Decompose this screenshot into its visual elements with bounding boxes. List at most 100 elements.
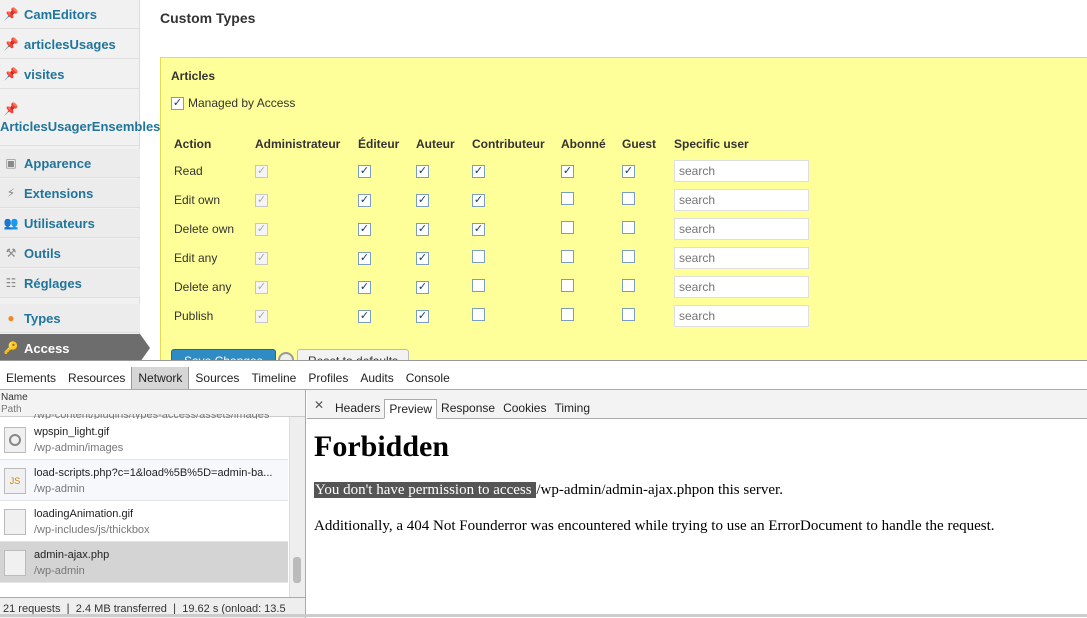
- editeur-checkbox[interactable]: ✓: [358, 281, 371, 294]
- permission-cell: ✓: [561, 156, 622, 185]
- contributeur-checkbox[interactable]: [472, 249, 485, 263]
- request-row-selected[interactable]: admin-ajax.php /wp-admin: [0, 542, 288, 583]
- auteur-checkbox[interactable]: ✓: [416, 194, 429, 207]
- contributeur-checkbox[interactable]: ✓: [472, 165, 485, 178]
- specific-user-search-input[interactable]: [674, 304, 809, 327]
- action-label: Read: [174, 163, 203, 178]
- sidebar-item-cameditors[interactable]: 📌 CamEditors: [0, 0, 140, 29]
- permission-cell: ✓: [358, 185, 416, 214]
- tab-preview[interactable]: Preview: [384, 399, 438, 419]
- tab-console[interactable]: Console: [400, 367, 456, 389]
- guest-checkbox[interactable]: [622, 278, 635, 292]
- request-row[interactable]: wpspin_light.gif /wp-admin/images: [0, 419, 288, 460]
- abonne-checkbox[interactable]: ✓: [561, 165, 574, 178]
- auteur-checkbox[interactable]: ✓: [416, 165, 429, 178]
- sidebar-item-articlesusages[interactable]: 📌 articlesUsages: [0, 30, 140, 59]
- specific-user-search-input[interactable]: [674, 217, 809, 240]
- tab-resources[interactable]: Resources: [62, 367, 131, 389]
- tab-network[interactable]: Network: [131, 367, 190, 389]
- permission-cell: ✓: [416, 243, 472, 272]
- guest-checkbox[interactable]: [622, 249, 635, 263]
- administrateur-checkbox: ✓: [255, 223, 268, 236]
- wordpress-admin: 📌 CamEditors 📌 articlesUsages 📌 visites …: [0, 0, 1087, 360]
- specific-user-search-input[interactable]: [674, 159, 809, 182]
- sidebar-item-outils[interactable]: ⚒ Outils: [0, 239, 140, 268]
- tab-profiles[interactable]: Profiles: [302, 367, 354, 389]
- permission-cell: ✓: [472, 156, 561, 185]
- contributeur-checkbox[interactable]: [472, 278, 485, 292]
- abonne-checkbox[interactable]: [561, 191, 574, 205]
- save-changes-button[interactable]: Save Changes: [171, 349, 276, 360]
- request-name: loadingAnimation.gif: [34, 508, 134, 520]
- close-icon[interactable]: ✕: [314, 398, 324, 412]
- guest-checkbox[interactable]: [622, 220, 635, 234]
- permission-cell: [472, 272, 561, 301]
- tab-audits[interactable]: Audits: [354, 367, 399, 389]
- request-path: /wp-admin: [34, 565, 85, 577]
- sidebar-item-access[interactable]: 🔑 Access: [0, 334, 140, 360]
- abonne-checkbox[interactable]: [561, 220, 574, 234]
- editeur-checkbox[interactable]: ✓: [358, 165, 371, 178]
- administrateur-checkbox: ✓: [255, 194, 268, 207]
- action-label: Edit any: [174, 250, 218, 265]
- tab-timeline[interactable]: Timeline: [245, 367, 302, 389]
- sidebar-item-utilisateurs[interactable]: 👥 Utilisateurs: [0, 209, 140, 238]
- sidebar-item-visites[interactable]: 📌 visites: [0, 60, 140, 89]
- preview-title: Forbidden: [314, 430, 450, 463]
- editeur-checkbox[interactable]: ✓: [358, 223, 371, 236]
- permission-cell: ✓: [358, 214, 416, 243]
- tab-sources[interactable]: Sources: [189, 367, 245, 389]
- sidebar-item-types[interactable]: ● Types: [0, 304, 140, 333]
- specific-user-search-input[interactable]: [674, 188, 809, 211]
- auteur-checkbox[interactable]: ✓: [416, 252, 429, 265]
- sidebar-item-reglages[interactable]: ☷ Réglages: [0, 269, 140, 298]
- contributeur-checkbox[interactable]: [472, 307, 485, 321]
- request-list-scrollbar[interactable]: [289, 417, 305, 597]
- auteur-checkbox[interactable]: ✓: [416, 310, 429, 323]
- contributeur-checkbox[interactable]: ✓: [472, 194, 485, 207]
- request-detail-panel: ✕ Headers Preview Response Cookies Timin…: [307, 390, 1087, 618]
- column-header: Guest: [622, 137, 657, 151]
- auteur-checkbox[interactable]: ✓: [416, 223, 429, 236]
- reset-to-defaults-button[interactable]: Reset to defaults: [297, 349, 410, 360]
- editeur-checkbox[interactable]: ✓: [358, 194, 371, 207]
- tab-response[interactable]: Response: [437, 399, 499, 419]
- auteur-checkbox[interactable]: ✓: [416, 281, 429, 294]
- sidebar-item-articlesusagerensembles[interactable]: 📌 ArticlesUsagerEnsembles: [0, 90, 160, 146]
- abonne-checkbox[interactable]: [561, 307, 574, 321]
- tab-headers[interactable]: Headers: [331, 399, 384, 419]
- list-header[interactable]: Name Path: [0, 390, 305, 417]
- request-row[interactable]: loadingAnimation.gif /wp-includes/js/thi…: [0, 501, 288, 542]
- sidebar-item-label: Utilisateurs: [24, 215, 95, 231]
- permission-cell: [561, 214, 622, 243]
- name-column-header: Name: [1, 392, 28, 403]
- guest-checkbox[interactable]: [622, 191, 635, 205]
- sidebar-item-apparence[interactable]: ▣ Apparence: [0, 149, 140, 178]
- editeur-checkbox[interactable]: ✓: [358, 310, 371, 323]
- guest-checkbox[interactable]: ✓: [622, 165, 635, 178]
- sidebar-item-extensions[interactable]: ⚡ Extensions: [0, 179, 140, 208]
- tab-elements[interactable]: Elements: [0, 367, 62, 389]
- devtools-tabs: Elements Resources Network Sources Timel…: [0, 367, 1087, 389]
- tab-timing[interactable]: Timing: [550, 399, 594, 419]
- editeur-checkbox[interactable]: ✓: [358, 252, 371, 265]
- abonne-checkbox[interactable]: [561, 278, 574, 292]
- scrollbar-thumb[interactable]: [293, 557, 301, 583]
- managed-by-access[interactable]: ✓ Managed by Access: [171, 96, 295, 110]
- abonne-checkbox[interactable]: [561, 249, 574, 263]
- permission-cell: [472, 243, 561, 272]
- managed-by-access-checkbox[interactable]: ✓: [171, 96, 184, 110]
- guest-checkbox[interactable]: [622, 307, 635, 321]
- contributeur-checkbox[interactable]: ✓: [472, 223, 485, 236]
- permission-cell: ✓: [416, 272, 472, 301]
- permission-cell: ✓: [255, 301, 358, 330]
- specific-user-search-input[interactable]: [674, 275, 809, 298]
- permission-cell: ✓: [358, 156, 416, 185]
- permission-cell: ✓: [255, 185, 358, 214]
- tab-cookies[interactable]: Cookies: [499, 399, 550, 419]
- loading-spinner-icon: [278, 352, 294, 360]
- pin-icon: 📌: [3, 37, 19, 51]
- request-row[interactable]: JS load-scripts.php?c=1&load%5B%5D=admin…: [0, 460, 288, 501]
- response-preview: Forbidden You don't have permission to a…: [314, 430, 1084, 535]
- specific-user-search-input[interactable]: [674, 246, 809, 269]
